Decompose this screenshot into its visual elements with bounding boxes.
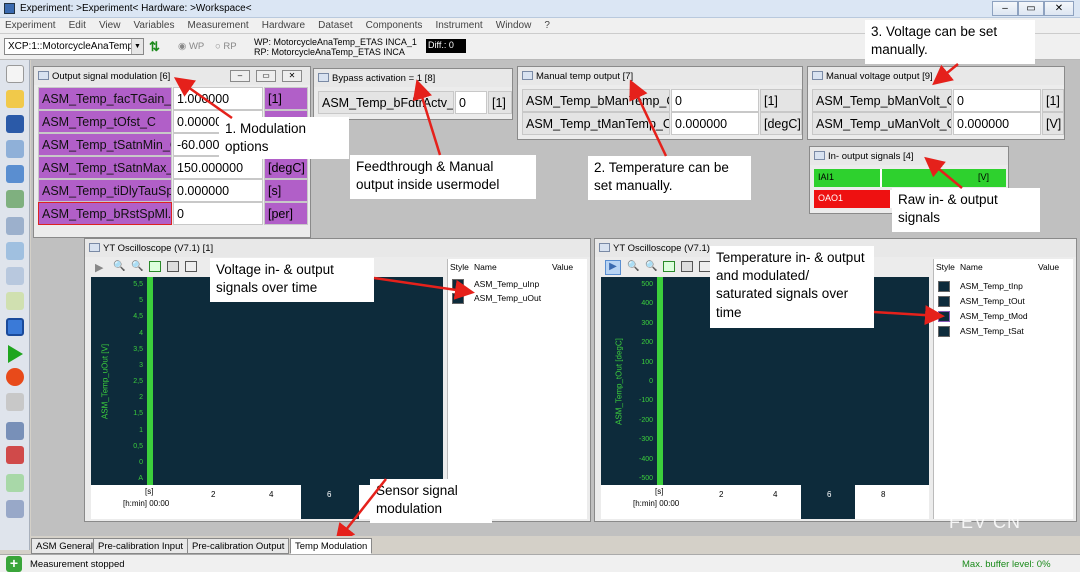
- annotation-arrows: [173, 63, 963, 544]
- arrow-modulation: [173, 77, 233, 120]
- status-bar: + Measurement stopped Max. buffer level:…: [0, 554, 1080, 572]
- arrow-voltage: [932, 63, 959, 86]
- tab-asm-general[interactable]: ASM General: [31, 538, 99, 554]
- arrow-sensor-modulation: [334, 478, 387, 544]
- arrow-voltage-time: [373, 276, 475, 300]
- arrow-temperature: [629, 79, 668, 157]
- arrow-temperature-time: [873, 305, 945, 326]
- worksheet-tabs: ASM General Pre-calibration Input Pre-ca…: [31, 536, 1080, 554]
- status-text: Measurement stopped: [30, 559, 125, 570]
- tab-pre-calibration-output[interactable]: Pre-calibration Output: [187, 538, 290, 554]
- tab-temp-modulation[interactable]: Temp Modulation: [290, 538, 373, 554]
- add-icon[interactable]: +: [6, 556, 22, 572]
- buffer-level: Max. buffer level: 0%: [962, 559, 1051, 570]
- arrow-raw-io: [924, 156, 963, 189]
- tab-pre-calibration-input[interactable]: Pre-calibration Input: [93, 538, 189, 554]
- arrow-feedthrough: [412, 79, 442, 156]
